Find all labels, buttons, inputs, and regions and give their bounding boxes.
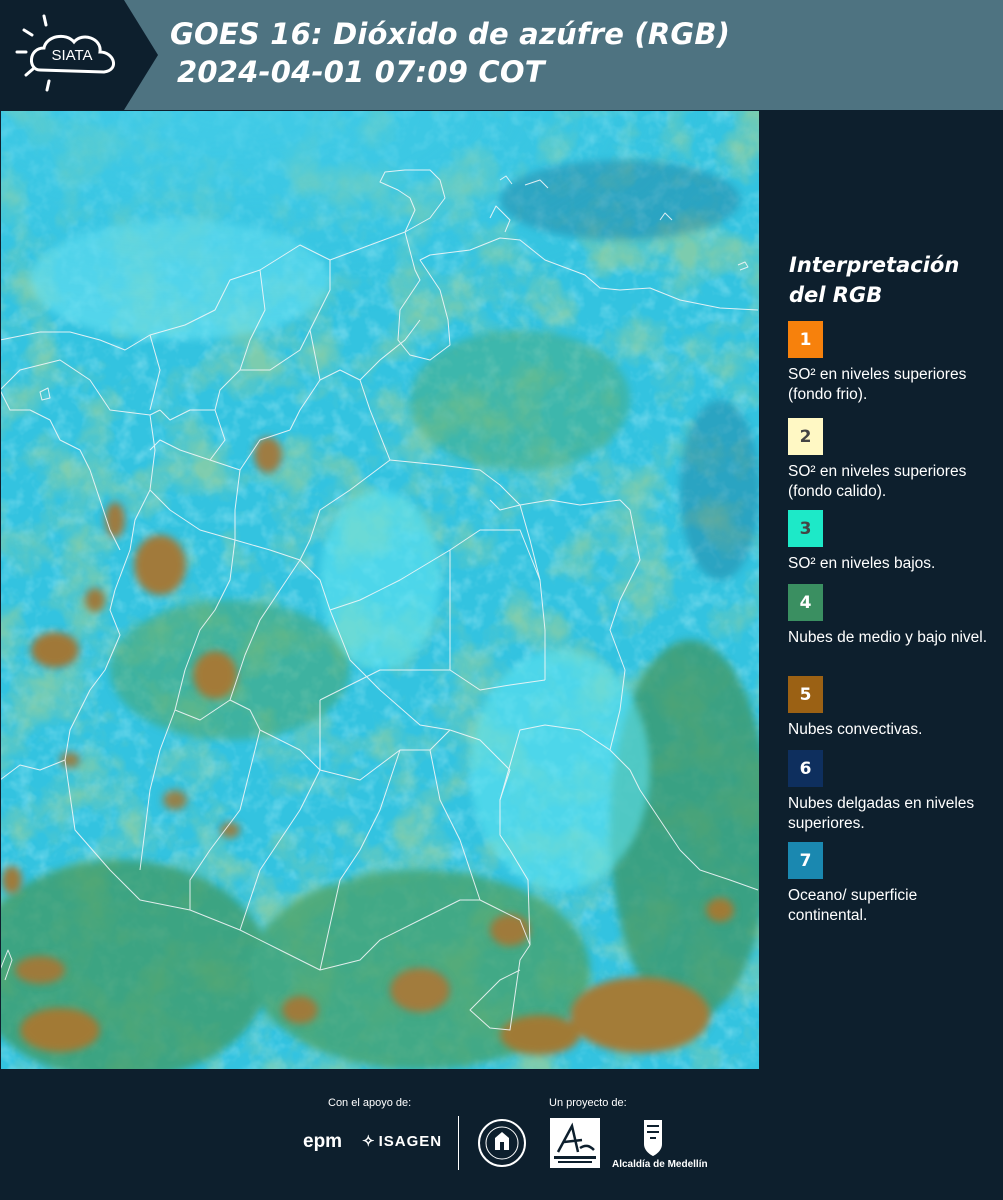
legend-label: Nubes de medio y bajo nivel. [788, 629, 988, 646]
legend-label: Nubes convectivas. [788, 721, 923, 738]
isagen-logo: ✧ ISAGEN [362, 1132, 443, 1151]
epm-logo: epm [303, 1131, 343, 1152]
legend-label: SO² en niveles superiores (fondo calido)… [788, 463, 967, 500]
legend-label: Oceano/ superficie continental. [788, 887, 918, 924]
legend-swatch: 3 [788, 510, 823, 547]
legend-item-1: 1 SO² en niveles superiores (fondo frio)… [788, 321, 998, 405]
legend-swatch: 2 [788, 418, 823, 455]
legend-label: Nubes delgadas en niveles superiores. [788, 795, 975, 832]
header-bar: SIATA GOES 16: Dióxido de azúfre (RGB) 2… [0, 0, 1003, 110]
footer: Con el apoyo de: Un proyecto de: epm ✧ I… [0, 1070, 1003, 1200]
legend-panel: Interpretación del RGB 1 SO² en niveles … [760, 110, 1003, 1070]
isagen-mark-icon: ✧ [362, 1133, 376, 1150]
legend-item-7: 7 Oceano/ superficie continental. [788, 842, 998, 926]
area-metropolitana-logo [550, 1118, 600, 1168]
project-caption: Un proyecto de: [549, 1097, 627, 1109]
legend-swatch: 5 [788, 676, 823, 713]
footer-divider [458, 1116, 459, 1170]
page-title: GOES 16: Dióxido de azúfre (RGB) [170, 17, 731, 51]
siata-logo: SIATA [0, 0, 158, 110]
support-caption: Con el apoyo de: [328, 1097, 412, 1109]
legend-swatch: 6 [788, 750, 823, 787]
legend-label: SO² en niveles superiores (fondo frio). [788, 366, 967, 403]
legend-item-4: 4 Nubes de medio y bajo nivel. [788, 584, 998, 648]
svg-text:SIATA: SIATA [51, 47, 92, 64]
alcaldia-shield-icon [644, 1120, 662, 1156]
legend-swatch: 4 [788, 584, 823, 621]
medellin-seal-icon [478, 1119, 526, 1167]
legend-item-5: 5 Nubes convectivas. [788, 676, 998, 740]
legend-item-3: 3 SO² en niveles bajos. [788, 510, 998, 574]
legend-title: Interpretación del RGB [789, 253, 960, 307]
legend-swatch: 1 [788, 321, 823, 358]
timestamp: 2024-04-01 07:09 COT [177, 55, 545, 89]
alcaldia-label: Alcaldía de Medellín [612, 1159, 708, 1170]
legend-item-6: 6 Nubes delgadas en niveles superiores. [788, 750, 998, 834]
legend-label: SO² en niveles bajos. [788, 555, 936, 572]
satellite-image [0, 110, 760, 1070]
legend-item-2: 2 SO² en niveles superiores (fondo calid… [788, 418, 998, 502]
legend-swatch: 7 [788, 842, 823, 879]
